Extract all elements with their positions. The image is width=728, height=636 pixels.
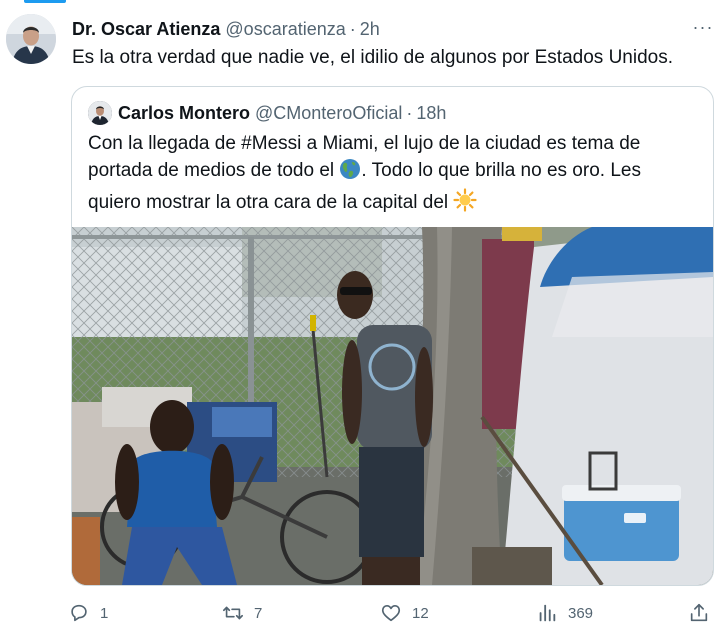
reply-count: 1	[100, 604, 109, 622]
quoted-tweet[interactable]: Carlos Montero @CMonteroOficial · 18h Co…	[71, 86, 714, 586]
like-button[interactable]: 12	[380, 598, 429, 628]
views-chart-icon	[539, 604, 556, 622]
retweet-button[interactable]: 7	[222, 598, 262, 628]
tweet-header: Dr. Oscar Atienza @oscaratienza · 2h	[72, 17, 688, 41]
author-handle[interactable]: @oscaratienza	[225, 19, 345, 40]
views-count: 369	[568, 604, 594, 622]
quote-header: Carlos Montero @CMonteroOficial · 18h	[88, 101, 446, 125]
sun-icon	[453, 188, 478, 221]
heart-icon	[381, 605, 401, 622]
quote-timestamp: 18h	[416, 102, 447, 123]
globe-americas-icon	[339, 158, 361, 189]
quote-author-handle: @CMonteroOficial	[255, 102, 403, 123]
separator-dot: ·	[349, 18, 356, 39]
selected-tab-indicator	[24, 0, 66, 3]
tweet-actions: 1 7 12 369	[68, 598, 716, 628]
quote-photo[interactable]	[72, 227, 713, 585]
quote-author-name: Carlos Montero	[118, 102, 251, 123]
quote-text: Con la llegada de #Messi a Miami, el luj…	[88, 131, 697, 221]
share-icon	[690, 603, 708, 622]
tweet-text: Es la otra verdad que nadie ve, el idili…	[72, 47, 673, 68]
reply-button[interactable]: 1	[68, 598, 108, 628]
timestamp[interactable]: 2h	[360, 19, 380, 40]
quote-separator-dot: ·	[406, 102, 413, 123]
views-button[interactable]: 369	[536, 598, 593, 628]
retweet-icon	[223, 606, 243, 620]
share-button[interactable]	[688, 598, 710, 628]
quote-avatar	[88, 101, 112, 125]
more-options-button[interactable]: ···	[692, 16, 714, 38]
retweet-count: 7	[254, 604, 263, 622]
avatar[interactable]	[6, 14, 56, 64]
author-name[interactable]: Dr. Oscar Atienza	[72, 19, 220, 40]
like-count: 12	[412, 604, 429, 622]
reply-icon	[71, 604, 87, 622]
more-icon: ···	[692, 16, 714, 37]
